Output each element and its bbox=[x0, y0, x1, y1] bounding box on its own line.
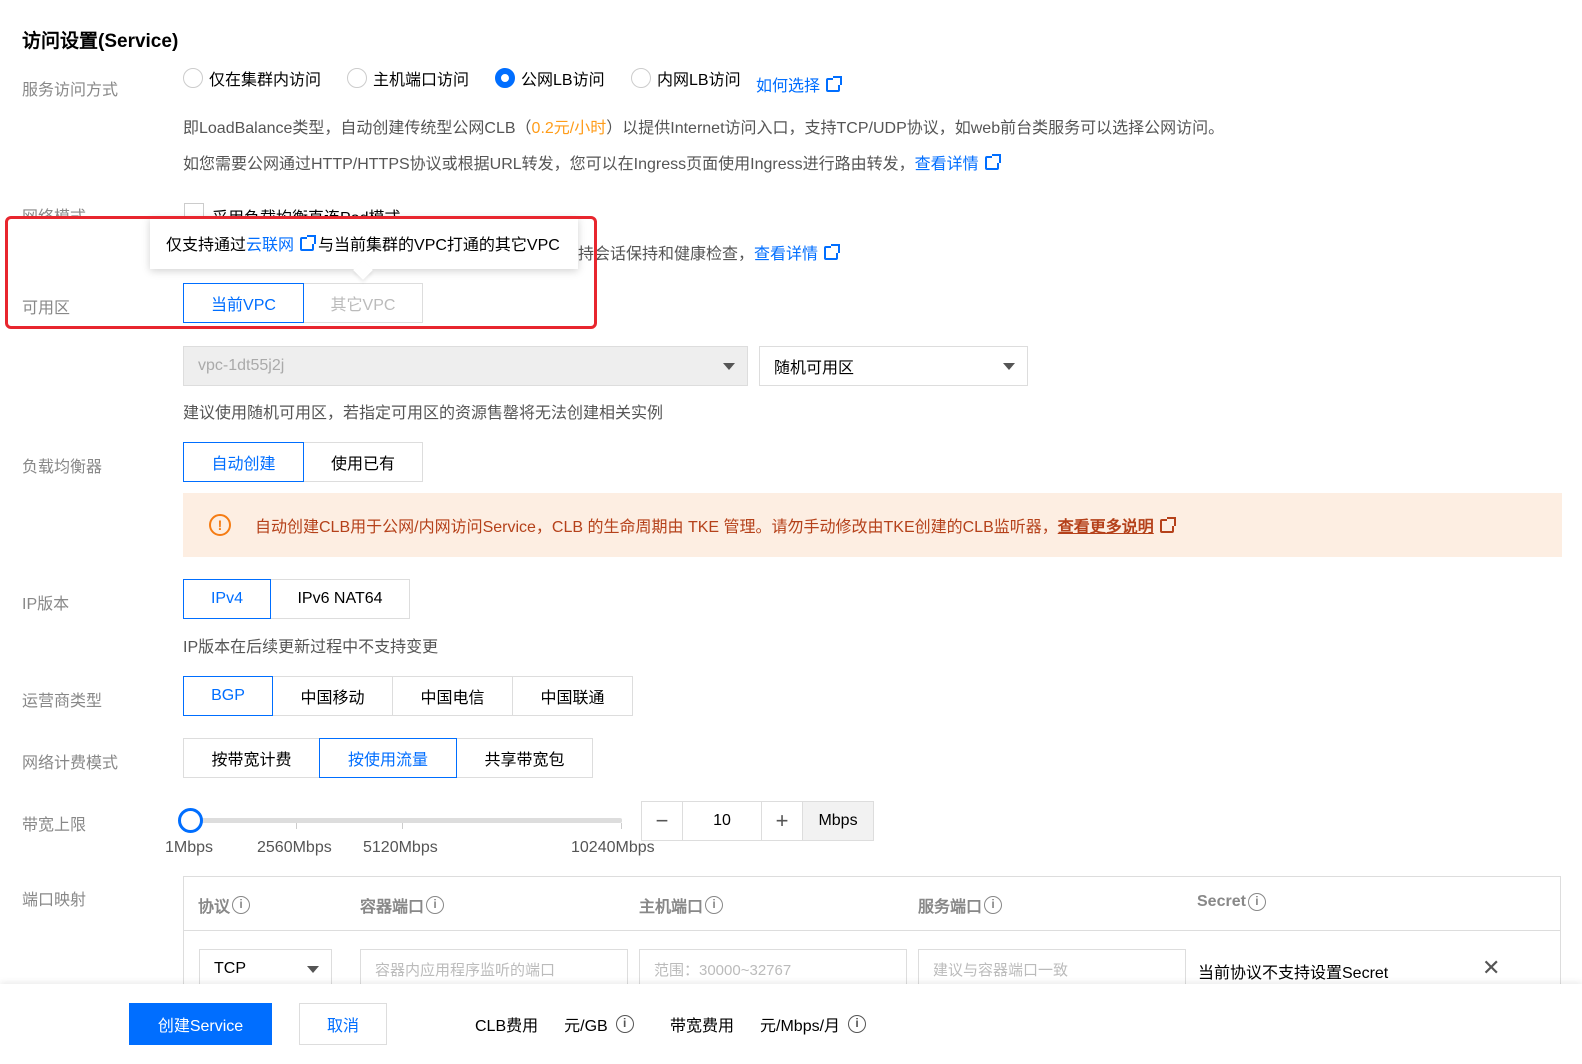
secret-text: 当前协议不支持设置Secret bbox=[1198, 965, 1389, 982]
network-mode-details-link[interactable]: 查看详情 bbox=[754, 244, 841, 263]
ingress-details-link[interactable]: 查看详情 bbox=[915, 154, 1001, 173]
billing-traffic-option[interactable]: 按使用流量 bbox=[319, 738, 457, 778]
container-port-input[interactable]: 容器内应用程序监听的端口 bbox=[360, 949, 628, 989]
header-secret: Secret i bbox=[1197, 893, 1266, 911]
slider-tick bbox=[296, 823, 297, 829]
vpc-tooltip: 仅支持通过 云联网 与当前集群的VPC打通的其它VPC bbox=[150, 217, 578, 269]
header-container-port: 容器端口 i bbox=[360, 893, 445, 917]
host-port-input[interactable]: 范围：30000~32767 bbox=[639, 949, 907, 989]
warning-icon: ! bbox=[209, 514, 231, 536]
zone-select[interactable]: 随机可用区 bbox=[759, 346, 1028, 386]
auto-create-option[interactable]: 自动创建 bbox=[183, 442, 304, 482]
vpc-segment: 当前VPC 其它VPC bbox=[183, 283, 423, 323]
network-mode-label: 网络模式 bbox=[22, 209, 87, 219]
info-icon[interactable]: i bbox=[848, 1015, 867, 1033]
protocol-select[interactable]: TCP bbox=[199, 949, 332, 989]
chevron-down-icon bbox=[1003, 363, 1015, 370]
network-mode-desc: 持会话保持和健康检查，查看详情 bbox=[578, 240, 841, 264]
create-service-button[interactable]: 创建Service bbox=[129, 1003, 272, 1045]
external-link-icon bbox=[824, 244, 841, 260]
bandwidth-label: 带宽上限 bbox=[22, 817, 87, 834]
how-to-choose-link[interactable]: 如何选择 bbox=[756, 72, 843, 96]
more-info-link[interactable]: 查看更多说明 bbox=[1058, 513, 1176, 537]
external-link-icon bbox=[826, 76, 843, 92]
isp-cucc-option[interactable]: 中国联通 bbox=[512, 676, 633, 716]
bandwidth-input[interactable]: 10 bbox=[682, 801, 762, 841]
other-vpc-option[interactable]: 其它VPC bbox=[303, 283, 423, 323]
isp-segment: BGP 中国移动 中国电信 中国联通 bbox=[183, 676, 633, 716]
radio-cluster-only[interactable]: 仅在集群内访问 bbox=[183, 66, 321, 90]
decrement-button[interactable]: − bbox=[641, 801, 683, 841]
radio-circle-selected bbox=[495, 68, 515, 88]
external-link-icon bbox=[984, 154, 1001, 170]
info-icon[interactable]: i bbox=[1247, 893, 1266, 911]
lb-label: 负载均衡器 bbox=[22, 459, 103, 476]
access-desc-2: 如您需要公网通过HTTP/HTTPS协议或根据URL转发，您可以在Ingress… bbox=[183, 150, 1001, 174]
direct-pod-checkbox-label: 采用负载均衡直连Pod模式 bbox=[212, 204, 400, 218]
isp-ctcc-option[interactable]: 中国电信 bbox=[392, 676, 513, 716]
billing-shared-option[interactable]: 共享带宽包 bbox=[456, 738, 593, 778]
access-desc-1: 即LoadBalance类型，自动创建传统型公网CLB（0.2元/小时）以提供I… bbox=[183, 120, 1225, 137]
remove-row-icon[interactable]: ✕ bbox=[1482, 955, 1500, 981]
service-port-input[interactable]: 建议与容器端口一致 bbox=[918, 949, 1186, 989]
ipv4-option[interactable]: IPv4 bbox=[183, 579, 271, 619]
vpc-select[interactable]: vpc-1dt55j2j bbox=[183, 346, 748, 386]
radio-private-lb[interactable]: 内网LB访问 bbox=[631, 66, 741, 90]
ccn-link[interactable]: 云联网 bbox=[246, 231, 318, 255]
zone-label: 可用区 bbox=[22, 300, 71, 317]
lb-notice: ! 自动创建CLB用于公网/内网访问Service，CLB 的生命周期由 TKE… bbox=[183, 493, 1562, 557]
header-protocol: 协议 i bbox=[198, 893, 251, 917]
billing-bandwidth-option[interactable]: 按带宽计费 bbox=[183, 738, 320, 778]
bandwidth-slider-track[interactable] bbox=[190, 818, 622, 823]
info-icon[interactable]: i bbox=[615, 1015, 634, 1033]
radio-circle bbox=[347, 68, 367, 88]
info-icon[interactable]: i bbox=[984, 896, 1003, 914]
header-service-port: 服务端口 i bbox=[918, 893, 1003, 917]
info-icon[interactable]: i bbox=[705, 896, 724, 914]
header-host-port: 主机端口 i bbox=[639, 893, 724, 917]
billing-label: 网络计费模式 bbox=[22, 755, 119, 772]
info-icon[interactable]: i bbox=[426, 896, 445, 914]
lb-segment: 自动创建 使用已有 bbox=[183, 442, 423, 482]
bandwidth-stepper: − 10 + Mbps bbox=[641, 801, 874, 841]
billing-segment: 按带宽计费 按使用流量 共享带宽包 bbox=[183, 738, 593, 778]
radio-host-port[interactable]: 主机端口访问 bbox=[347, 66, 469, 90]
access-mode-label: 服务访问方式 bbox=[22, 82, 119, 99]
bandwidth-fee: 带宽费用 元/Mbps/月 i bbox=[670, 1012, 867, 1036]
radio-circle bbox=[183, 68, 203, 88]
ip-version-hint: IP版本在后续更新过程中不支持变更 bbox=[183, 639, 439, 656]
ip-version-label: IP版本 bbox=[22, 596, 70, 613]
table-header: 协议 i 容器端口 i 主机端口 i 服务端口 i Secret i bbox=[184, 877, 1560, 931]
price-text: 0.2元/小时 bbox=[531, 120, 607, 137]
slider-tick-label: 10240Mbps bbox=[571, 839, 655, 856]
isp-cmcc-option[interactable]: 中国移动 bbox=[272, 676, 393, 716]
bandwidth-slider-thumb[interactable] bbox=[178, 808, 203, 833]
port-mapping-label: 端口映射 bbox=[22, 892, 87, 909]
chevron-down-icon bbox=[307, 966, 319, 973]
slider-tick bbox=[621, 823, 622, 829]
isp-bgp-option[interactable]: BGP bbox=[183, 676, 273, 716]
radio-circle bbox=[631, 68, 651, 88]
chevron-down-icon bbox=[723, 363, 735, 370]
external-link-icon bbox=[1159, 517, 1176, 533]
use-existing-option[interactable]: 使用已有 bbox=[303, 442, 423, 482]
cancel-button[interactable]: 取消 bbox=[299, 1003, 387, 1045]
ip-version-segment: IPv4 IPv6 NAT64 bbox=[183, 579, 410, 619]
info-icon[interactable]: i bbox=[232, 896, 251, 914]
clb-fee: CLB费用 元/GB i bbox=[475, 1012, 634, 1036]
radio-public-lb[interactable]: 公网LB访问 bbox=[495, 66, 605, 90]
bandwidth-unit: Mbps bbox=[802, 801, 874, 841]
slider-tick-label: 2560Mbps bbox=[257, 839, 332, 856]
increment-button[interactable]: + bbox=[761, 801, 803, 841]
current-vpc-option[interactable]: 当前VPC bbox=[183, 283, 304, 323]
external-link-icon bbox=[300, 235, 317, 251]
ipv6-nat64-option[interactable]: IPv6 NAT64 bbox=[270, 579, 410, 619]
zone-hint: 建议使用随机可用区，若指定可用区的资源售罄将无法创建相关实例 bbox=[183, 405, 664, 422]
slider-tick-label: 5120Mbps bbox=[363, 839, 438, 856]
isp-label: 运营商类型 bbox=[22, 693, 103, 710]
slider-tick bbox=[402, 823, 403, 829]
slider-tick-label: 1Mbps bbox=[165, 839, 214, 856]
section-title: 访问设置(Service) bbox=[22, 31, 179, 52]
